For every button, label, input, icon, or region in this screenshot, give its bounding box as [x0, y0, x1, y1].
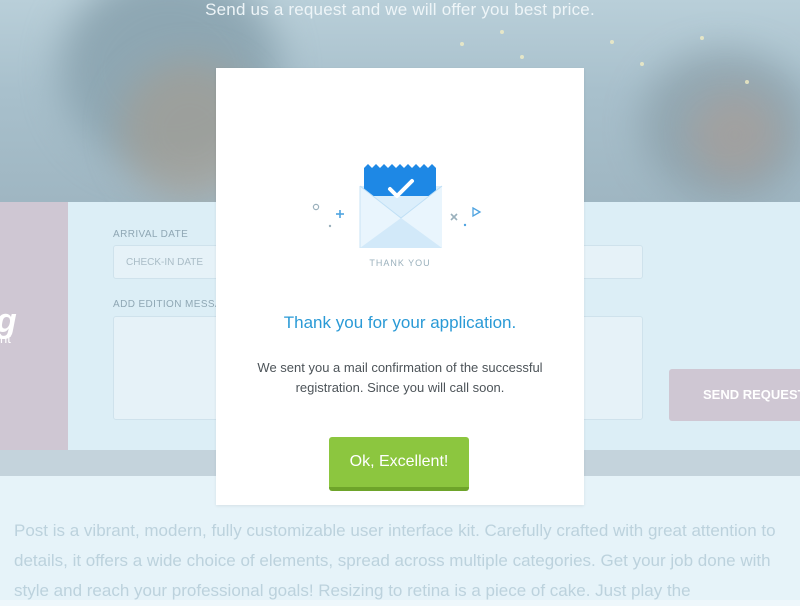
bokeh-light	[640, 62, 644, 66]
message-label: ADD EDITION MESSA	[113, 299, 223, 310]
thank-you-modal: THANK YOU Thank you for your application…	[216, 68, 584, 505]
plus-icon	[336, 210, 344, 218]
ok-excellent-button[interactable]: Ok, Excellent!	[329, 437, 469, 491]
cross-icon	[450, 213, 458, 221]
description-paragraph: Post is a vibrant, modern, fully customi…	[14, 521, 776, 600]
bokeh-light	[700, 36, 704, 40]
brand-tagline: nt	[0, 331, 11, 346]
arrival-date-label: ARRIVAL DATE	[113, 229, 189, 240]
modal-title: Thank you for your application.	[283, 313, 517, 332]
bokeh-light	[745, 80, 749, 84]
hero-subtitle: Send us a request and we will offer you …	[205, 0, 595, 19]
play-triangle-icon	[472, 206, 482, 218]
send-request-button[interactable]: SEND REQUEST	[669, 369, 800, 421]
illustration-caption: THANK YOU	[369, 258, 431, 268]
bokeh-light	[520, 55, 524, 59]
brand-panel: g nt	[0, 202, 68, 450]
bokeh-light	[610, 40, 614, 44]
modal-message: We sent you a mail confirmation of the s…	[257, 360, 543, 395]
hero-photo-blob	[690, 90, 780, 180]
circle-icon	[312, 203, 320, 211]
bokeh-light	[460, 42, 464, 46]
bokeh-light	[500, 30, 504, 34]
